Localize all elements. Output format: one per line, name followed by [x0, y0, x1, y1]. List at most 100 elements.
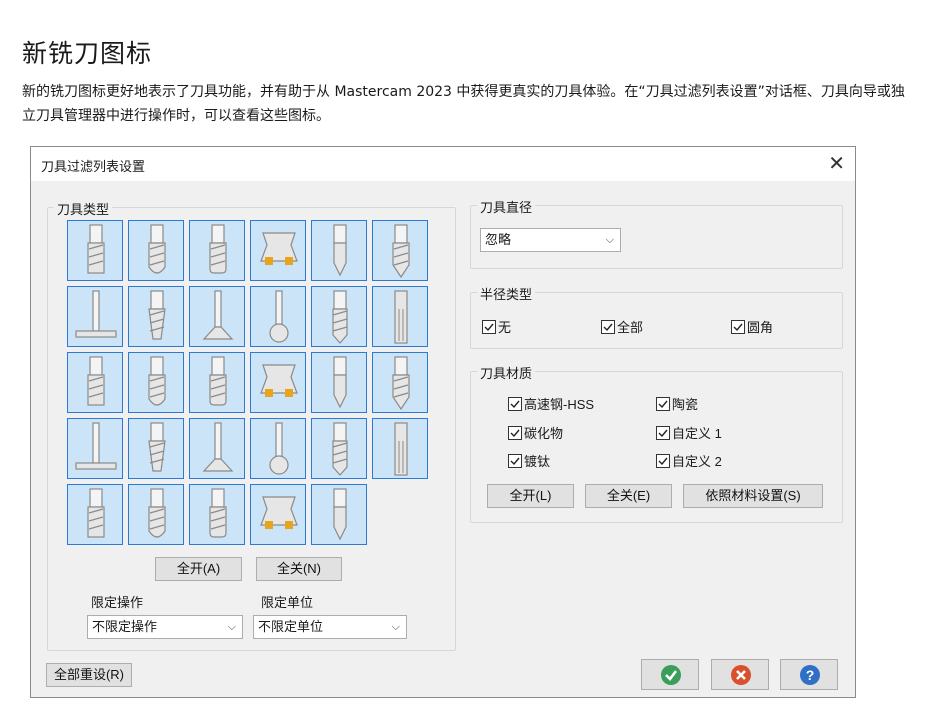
taper-mill-icon [148, 290, 166, 340]
radius-type-label: 半径类型 [477, 284, 536, 303]
tool-type-boring-bar[interactable] [67, 352, 123, 413]
bull-endmill-icon [209, 224, 227, 274]
form-tool-icon [148, 422, 166, 472]
close-icon[interactable]: ✕ [828, 151, 845, 176]
page-title: 新铣刀图标 [22, 39, 153, 68]
checkbox-checked-icon [656, 396, 670, 411]
oval-form-mill-icon [148, 488, 166, 538]
material-label: 刀具材质 [477, 363, 536, 382]
material-user1-checkbox[interactable]: 自定义 1 [656, 423, 722, 442]
tool-type-oval-form-mill[interactable] [128, 484, 184, 545]
tool-type-drill[interactable] [311, 286, 367, 347]
dialog-titlebar: 刀具过滤列表设置 ✕ [31, 147, 855, 181]
radius-corner-checkbox[interactable]: 圆角 [731, 317, 773, 336]
single-thread-mill-icon [394, 422, 408, 476]
material-carbide-label: 碳化物 [524, 426, 564, 441]
tool-type-flat-endmill[interactable] [67, 220, 123, 281]
engrave-tool-icon [202, 422, 234, 472]
material-user2-checkbox[interactable]: 自定义 2 [656, 451, 722, 470]
material-ticoated-label: 镀钛 [524, 454, 551, 469]
chevron-down-icon: ⌵ [605, 234, 614, 246]
tool-type-indexable-insert-mill[interactable] [311, 484, 367, 545]
slot-mill-icon [75, 290, 117, 338]
material-select-all-button[interactable]: 全开(L) [487, 484, 574, 508]
chamfer-mill-icon [260, 364, 298, 397]
tool-type-taper-bull-mill[interactable] [67, 484, 123, 545]
unit-limit-label: 限定单位 [261, 595, 314, 610]
flat-endmill-icon [87, 224, 105, 274]
right-hand-tap-icon [148, 356, 166, 406]
material-ticoated-checkbox[interactable]: 镀钛 [508, 451, 550, 470]
tool-type-form-tool[interactable] [128, 418, 184, 479]
tool-type-spot-drill[interactable] [372, 220, 428, 281]
tool-filter-dialog: 刀具过滤列表设置 ✕ 刀具类型 全开(A) 全关(N) 限定操作 限定单位 不限… [30, 146, 856, 698]
tool-type-countersink[interactable] [67, 418, 123, 479]
radius-corner-label: 圆角 [747, 320, 774, 335]
tool-type-reamer[interactable] [372, 286, 428, 347]
drill-icon [332, 290, 348, 344]
reamer-icon [394, 290, 408, 344]
checkbox-checked-icon [601, 319, 615, 334]
tool-type-face-mill[interactable] [250, 220, 306, 281]
material-carbide-checkbox[interactable]: 碳化物 [508, 423, 563, 442]
tool-type-chamfer-mill[interactable] [250, 352, 306, 413]
tool-type-thread-mill[interactable] [372, 352, 428, 413]
material-select-none-button[interactable]: 全关(E) [585, 484, 672, 508]
tool-type-right-hand-tap[interactable] [128, 352, 184, 413]
cancel-button[interactable] [711, 659, 769, 690]
op-limit-value: 不限定操作 [92, 619, 158, 634]
reset-all-button[interactable]: 全部重设(R) [46, 663, 132, 687]
checkbox-checked-icon [656, 453, 670, 468]
tool-type-circle-segment-mill[interactable] [250, 484, 306, 545]
check-icon [661, 665, 681, 685]
tool-type-dovetail-mill[interactable] [189, 286, 245, 347]
unit-limit-select[interactable]: 不限定单位 ⌵ [253, 615, 407, 639]
tool-type-bull-endmill[interactable] [189, 220, 245, 281]
checkbox-checked-icon [508, 396, 522, 411]
tool-type-lens-mill[interactable] [189, 484, 245, 545]
lens-mill-icon [209, 488, 227, 538]
tool-type-center-drill[interactable] [311, 220, 367, 281]
tool-select-none-button[interactable]: 全关(N) [256, 557, 342, 581]
checkbox-checked-icon [731, 319, 745, 334]
radius-none-checkbox[interactable]: 无 [482, 317, 511, 336]
taper-ball-mill-icon [269, 422, 289, 475]
tool-type-lollipop-mill[interactable] [250, 286, 306, 347]
material-hss-checkbox[interactable]: 高速钢-HSS [508, 394, 594, 413]
tool-type-left-hand-tap[interactable] [189, 352, 245, 413]
tool-type-engrave-tool[interactable] [189, 418, 245, 479]
help-button[interactable]: ? [780, 659, 838, 690]
checkbox-checked-icon [482, 319, 496, 334]
step-drill-icon [333, 356, 347, 409]
left-hand-tap-icon [209, 356, 227, 406]
tool-select-all-button[interactable]: 全开(A) [155, 557, 242, 581]
ball-endmill-icon [148, 224, 166, 274]
material-ceramic-checkbox[interactable]: 陶瓷 [656, 394, 698, 413]
tool-type-taper-mill[interactable] [128, 286, 184, 347]
countersink-icon [75, 422, 117, 470]
material-ceramic-label: 陶瓷 [672, 397, 699, 412]
diameter-value: 忽略 [485, 232, 512, 247]
tool-type-barrel-mill[interactable] [311, 418, 367, 479]
op-limit-select[interactable]: 不限定操作 ⌵ [87, 615, 243, 639]
tool-type-slot-mill[interactable] [67, 286, 123, 347]
ok-button[interactable] [641, 659, 699, 690]
tool-types-label: 刀具类型 [54, 199, 113, 218]
set-by-material-button[interactable]: 依照材料设置(S) [683, 484, 823, 508]
center-drill-icon [333, 224, 347, 277]
tool-type-taper-ball-mill[interactable] [250, 418, 306, 479]
tool-type-single-thread-mill[interactable] [372, 418, 428, 479]
diameter-label: 刀具直径 [477, 197, 536, 216]
tool-type-ball-endmill[interactable] [128, 220, 184, 281]
chevron-down-icon: ⌵ [391, 621, 400, 633]
dovetail-mill-icon [202, 290, 234, 340]
tool-type-step-drill[interactable] [311, 352, 367, 413]
indexable-insert-mill-icon [333, 488, 347, 541]
barrel-mill-icon [332, 422, 348, 476]
radius-full-checkbox[interactable]: 全部 [601, 317, 643, 336]
diameter-select[interactable]: 忽略 ⌵ [480, 228, 621, 252]
material-hss-label: 高速钢-HSS [524, 397, 595, 412]
material-user2-label: 自定义 2 [672, 454, 722, 469]
help-icon: ? [800, 665, 820, 685]
radius-full-label: 全部 [617, 320, 644, 335]
